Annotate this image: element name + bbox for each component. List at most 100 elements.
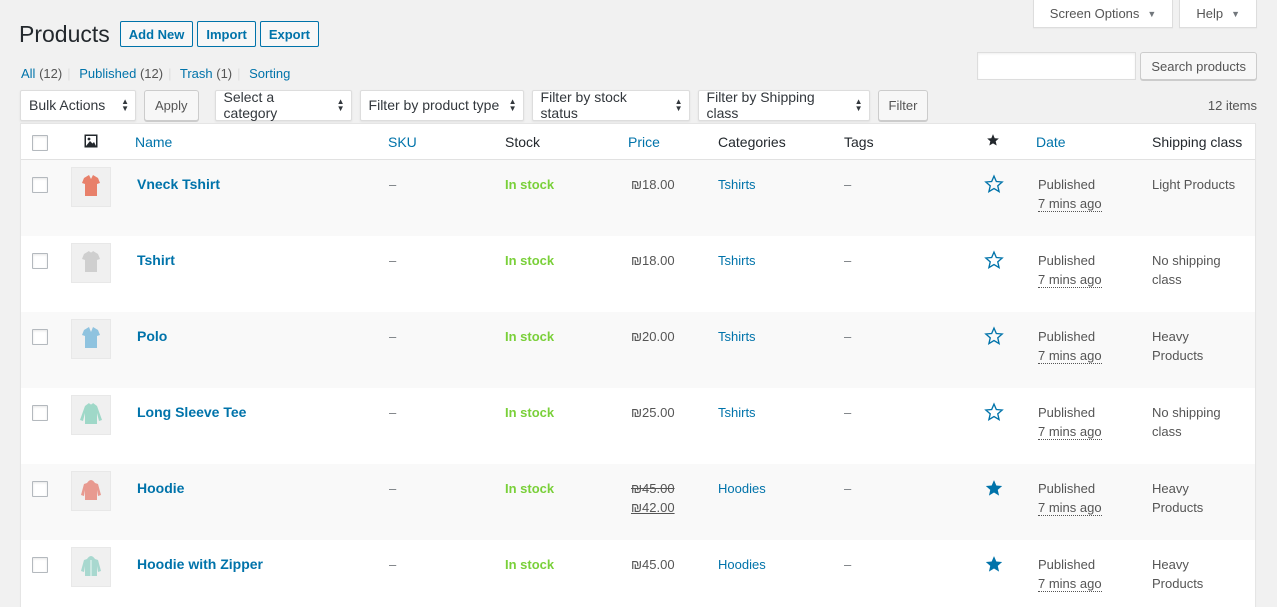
shipping-class-line2: Products <box>1152 348 1204 363</box>
product-sku: – <box>389 557 397 572</box>
featured-star-filled-icon[interactable] <box>984 478 1004 501</box>
row-checkbox[interactable] <box>32 405 48 421</box>
featured-star-icon[interactable] <box>984 402 1004 425</box>
select-all-checkbox[interactable] <box>32 135 48 151</box>
product-name-link[interactable]: Tshirt <box>137 252 175 268</box>
product-sku: – <box>389 481 397 496</box>
featured-star-filled-icon[interactable] <box>984 554 1004 577</box>
stock-status-filter-value: Filter by stock status <box>540 89 627 121</box>
product-category-link[interactable]: Tshirts <box>718 329 756 344</box>
publish-status: Published <box>1038 177 1096 192</box>
table-row: Tshirt – In stock ₪18.00 Tshirts – Published 7 … <box>21 236 1255 312</box>
import-button[interactable]: Import <box>197 21 256 47</box>
shipping-class-line2: class <box>1152 272 1182 287</box>
apply-button[interactable]: Apply <box>144 89 199 121</box>
stock-status: In stock <box>505 253 555 268</box>
view-separator: | <box>237 66 241 81</box>
shipping-class-line1: No shipping <box>1152 405 1221 420</box>
stock-status-filter-select[interactable]: Filter by stock status ▲ ▼ <box>531 89 690 121</box>
product-price: ₪20.00 <box>631 329 675 344</box>
search-products-button[interactable]: Search products <box>1140 52 1257 80</box>
publish-time-abbr: 7 mins ago <box>1038 424 1102 440</box>
column-name-sort[interactable]: Name <box>135 134 172 150</box>
search-box: Search products <box>977 52 1257 80</box>
view-sorting-link[interactable]: Sorting <box>249 66 290 81</box>
publish-status: Published <box>1038 329 1096 344</box>
column-price-sort[interactable]: Price <box>628 134 660 150</box>
column-tags: Tags <box>844 134 874 150</box>
row-checkbox[interactable] <box>32 177 48 193</box>
hoodie-icon <box>77 476 105 507</box>
row-checkbox[interactable] <box>32 329 48 345</box>
product-category-link[interactable]: Hoodies <box>718 557 766 572</box>
row-checkbox[interactable] <box>32 557 48 573</box>
add-new-button[interactable]: Add New <box>119 21 194 47</box>
view-published-count: (12) <box>139 66 164 81</box>
view-published-link[interactable]: Published <box>79 66 136 81</box>
featured-star-icon[interactable] <box>984 174 1004 197</box>
product-name-link[interactable]: Hoodie with Zipper <box>137 556 263 572</box>
column-date-sort[interactable]: Date <box>1036 134 1066 150</box>
bulk-actions-value: Bulk Actions <box>29 97 106 113</box>
shipping-class-line1: Heavy <box>1152 557 1189 572</box>
row-checkbox[interactable] <box>32 253 48 269</box>
polo-icon <box>77 324 105 355</box>
product-name-link[interactable]: Vneck Tshirt <box>137 176 220 192</box>
product-tags: – <box>844 557 852 572</box>
table-row: Long Sleeve Tee – In stock ₪25.00 Tshirts – Pu… <box>21 388 1255 464</box>
product-category-link[interactable]: Tshirts <box>718 177 756 192</box>
table-row: Hoodie with Zipper – In stock ₪45.00 Hoodies… <box>21 540 1255 607</box>
product-type-filter-select[interactable]: Filter by product type ▲ ▼ <box>359 89 524 121</box>
view-all-link[interactable]: All <box>21 66 35 81</box>
product-thumbnail[interactable] <box>71 167 111 207</box>
product-thumbnail[interactable] <box>71 471 111 511</box>
product-name-link[interactable]: Hoodie <box>137 480 184 496</box>
category-filter-select[interactable]: Select a category ▲ ▼ <box>214 89 352 121</box>
column-categories: Categories <box>718 134 786 150</box>
product-tags: – <box>844 253 852 268</box>
product-name-link[interactable]: Polo <box>137 328 167 344</box>
product-category-link[interactable]: Tshirts <box>718 405 756 420</box>
product-thumbnail[interactable] <box>71 319 111 359</box>
publish-time: 7 mins ago <box>1038 348 1102 364</box>
page-heading: Products Add New Import Export <box>19 20 320 48</box>
publish-time: 7 mins ago <box>1038 500 1102 516</box>
publish-status: Published <box>1038 557 1096 572</box>
filter-button[interactable]: Filter <box>877 89 929 121</box>
shipping-class-line1: Heavy <box>1152 329 1189 344</box>
product-tags: – <box>844 481 852 496</box>
tablenav-top: Bulk Actions ▲ ▼ Apply Select a category … <box>20 89 1257 121</box>
stock-status: In stock <box>505 329 555 344</box>
column-shipping-class: Shipping class <box>1152 134 1243 150</box>
column-sku-sort[interactable]: SKU <box>388 134 417 150</box>
help-button[interactable]: Help ▼ <box>1179 0 1257 28</box>
product-name-link[interactable]: Long Sleeve Tee <box>137 404 246 420</box>
view-trash-count: (1) <box>216 66 233 81</box>
column-stock: Stock <box>505 134 541 150</box>
product-thumbnail[interactable] <box>71 395 111 435</box>
product-type-filter-value: Filter by product type <box>368 97 500 113</box>
product-sku: – <box>389 177 397 192</box>
select-arrows-icon: ▲ ▼ <box>336 97 345 113</box>
row-checkbox[interactable] <box>32 481 48 497</box>
stock-status: In stock <box>505 177 555 192</box>
bulk-actions-select[interactable]: Bulk Actions ▲ ▼ <box>20 89 136 121</box>
sale-price: ₪42.00 <box>631 500 675 515</box>
product-category-link[interactable]: Hoodies <box>718 481 766 496</box>
shipping-class-filter-select[interactable]: Filter by Shipping class ▲ ▼ <box>697 89 870 121</box>
view-all-count: (12) <box>39 66 63 81</box>
view-trash-link[interactable]: Trash <box>180 66 213 81</box>
product-category-link[interactable]: Tshirts <box>718 253 756 268</box>
search-input[interactable] <box>977 52 1137 80</box>
screen-options-button[interactable]: Screen Options ▼ <box>1032 0 1174 28</box>
export-button[interactable]: Export <box>259 21 320 47</box>
product-thumbnail[interactable] <box>71 547 111 587</box>
category-filter-value: Select a category <box>223 89 278 121</box>
product-thumbnail[interactable] <box>71 243 111 283</box>
featured-star-icon[interactable] <box>984 250 1004 273</box>
featured-star-icon[interactable] <box>984 326 1004 349</box>
product-tags: – <box>844 329 852 344</box>
publish-time: 7 mins ago <box>1038 272 1102 288</box>
zip-hoodie-icon <box>77 552 105 583</box>
view-separator: | <box>168 66 172 81</box>
